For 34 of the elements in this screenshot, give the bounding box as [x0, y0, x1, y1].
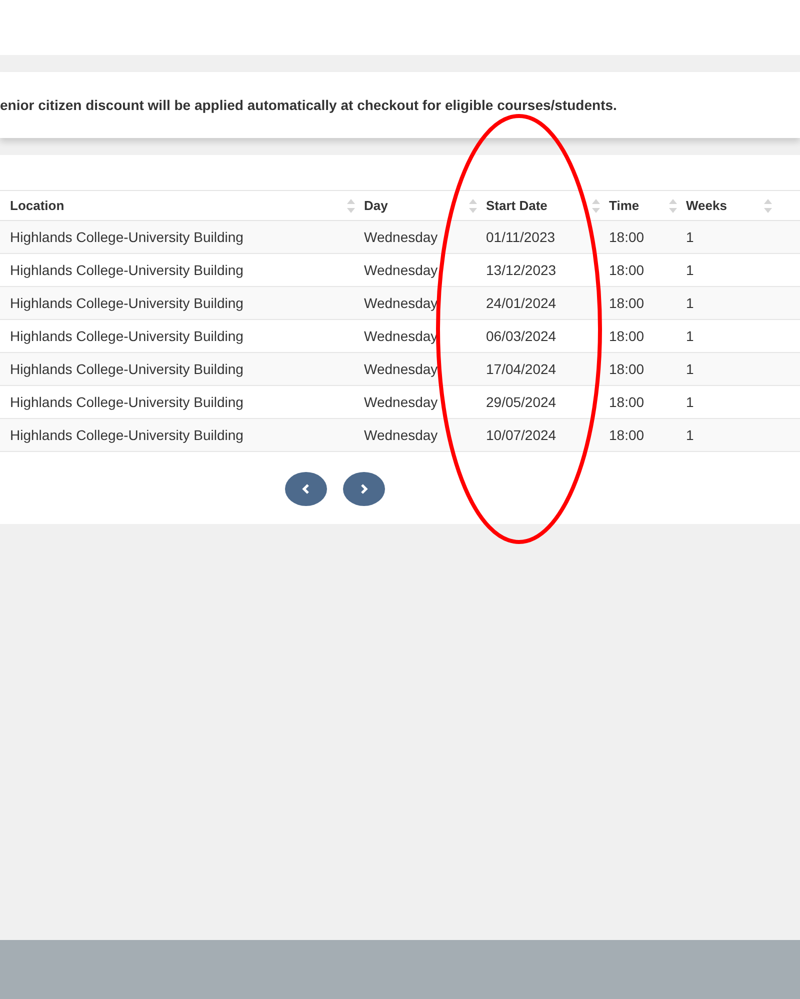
sort-icon — [468, 198, 478, 214]
sort-icon — [668, 198, 678, 214]
column-header[interactable]: Weeks — [680, 190, 775, 220]
sort-icon — [591, 198, 601, 214]
table-cell: 1 — [680, 286, 775, 320]
table-cell: Highlands College-University Building — [0, 352, 358, 386]
table-cell: 1 — [680, 352, 775, 386]
table-cell: Highlands College-University Building — [0, 220, 358, 254]
table-cell: 01/11/2023 — [480, 220, 603, 254]
table-cell: Wednesday — [358, 220, 480, 254]
table-cell: 1 — [680, 220, 775, 254]
sort-icon — [763, 198, 773, 214]
table-cell: Wednesday — [358, 352, 480, 386]
previous-page-button[interactable] — [285, 472, 327, 506]
chevron-right-icon — [358, 483, 370, 495]
table-cell: 18:00 — [603, 286, 680, 320]
table-cell: 24/01/2024 — [480, 286, 603, 320]
column-header[interactable]: Start Date — [480, 190, 603, 220]
chevron-left-icon — [300, 483, 312, 495]
sort-icon — [346, 198, 356, 214]
table-cell: 18:00 — [603, 352, 680, 386]
table-cell: 17/04/2024 — [480, 352, 603, 386]
table-cell: 10/07/2024 — [480, 418, 603, 452]
column-header[interactable]: Time — [603, 190, 680, 220]
notice-text: enior citizen discount will be applied automatically at checkout for eligible courses/students. — [0, 97, 617, 113]
next-page-button[interactable] — [343, 472, 385, 506]
column-header[interactable]: Location — [0, 190, 358, 220]
table-cell: Highlands College-University Building — [0, 418, 358, 452]
table-cell: 1 — [680, 418, 775, 452]
column-header[interactable]: Day — [358, 190, 480, 220]
table-cell: 18:00 — [603, 220, 680, 254]
table-cell: 18:00 — [603, 418, 680, 452]
table-cell: Highlands College-University Building — [0, 286, 358, 320]
table-cell: Wednesday — [358, 418, 480, 452]
